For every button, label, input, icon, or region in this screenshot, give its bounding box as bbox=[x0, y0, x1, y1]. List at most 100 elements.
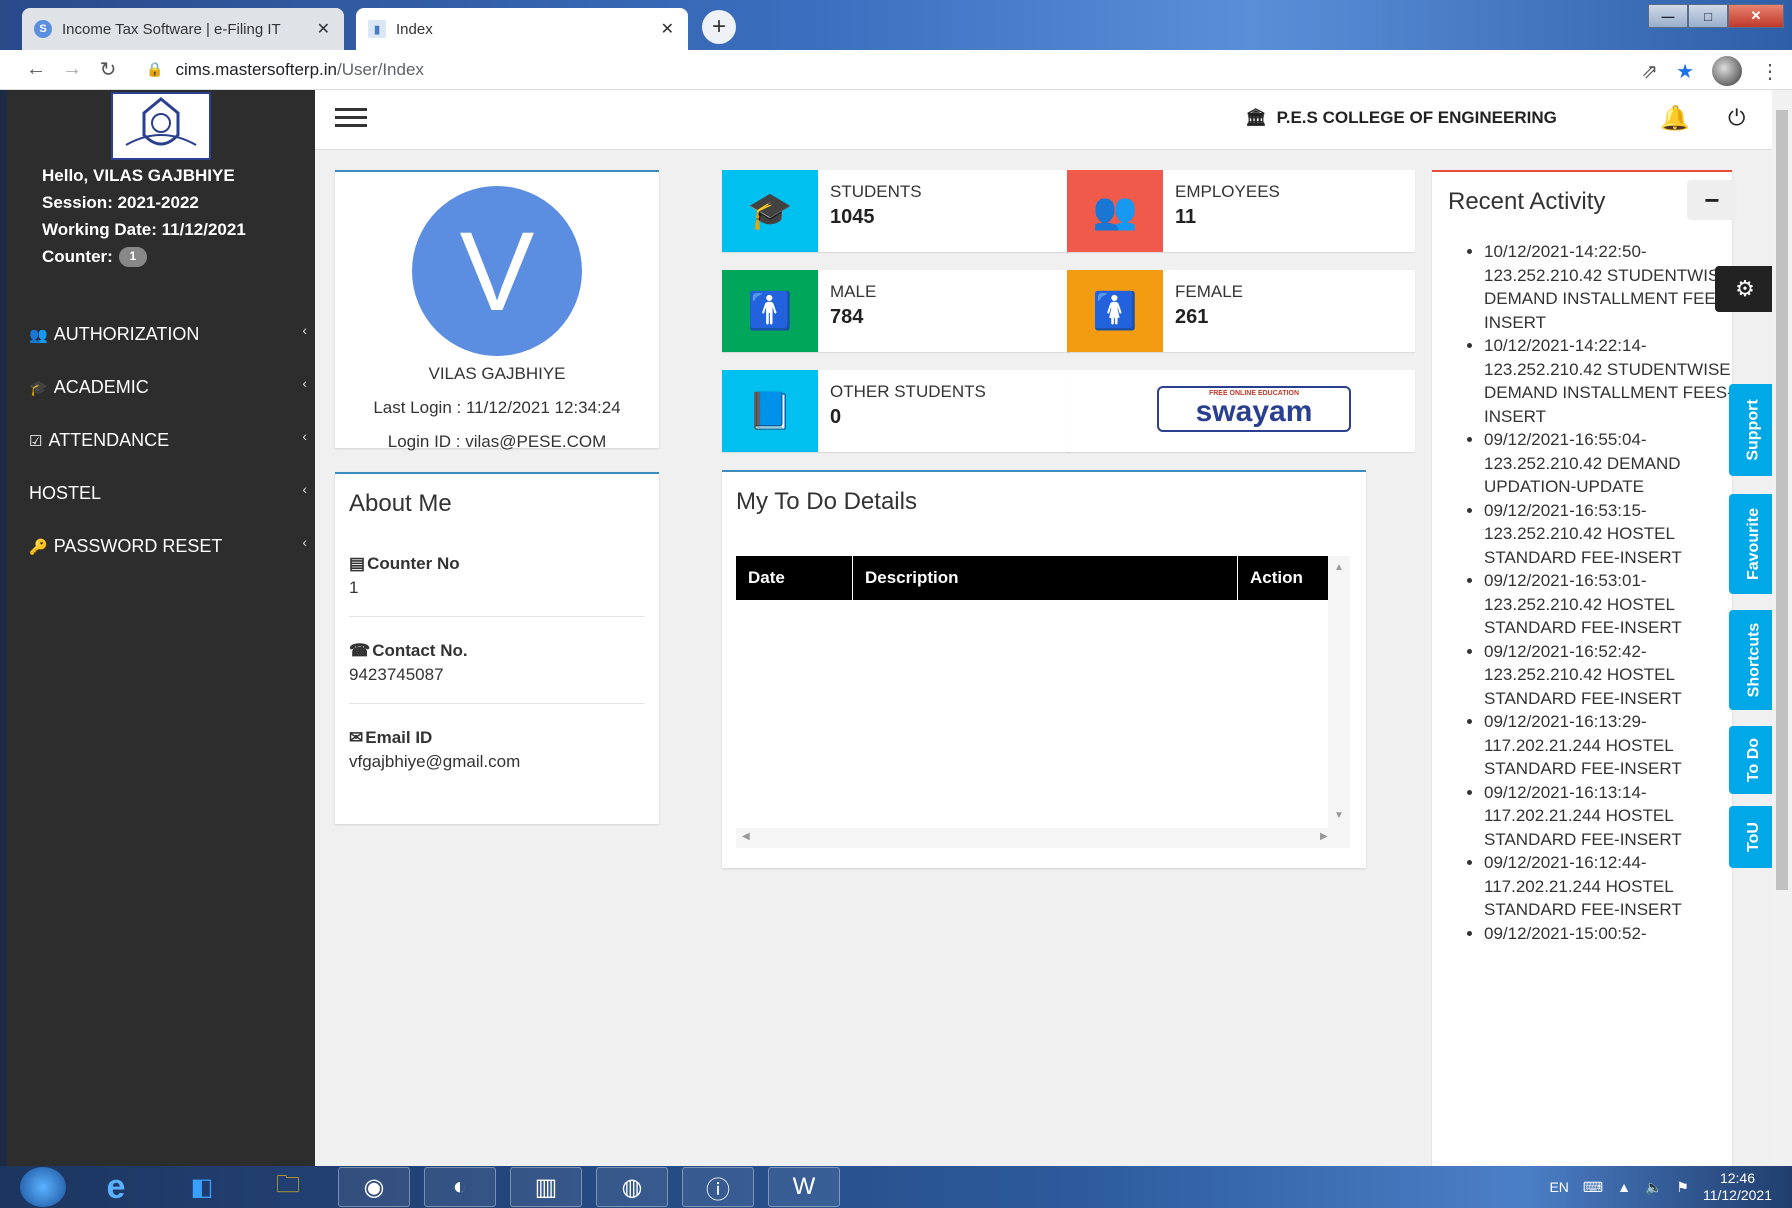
user-info: Hello, VILAS GAJBHIYE Session: 2021-2022… bbox=[42, 162, 246, 270]
reload-icon[interactable]: ↻ bbox=[90, 57, 126, 82]
show-hidden-icons[interactable]: ▲ bbox=[1617, 1179, 1631, 1195]
male-infobox[interactable]: 🚹 MALE 784 bbox=[722, 270, 1070, 352]
email-value: vfgajbhiye@gmail.com bbox=[349, 752, 521, 771]
chevron-left-icon: ‹ bbox=[302, 481, 307, 497]
key-icon: 🔑 bbox=[29, 538, 48, 556]
minimize-icon[interactable]: — bbox=[1648, 4, 1688, 28]
hamburger-menu-icon[interactable] bbox=[335, 108, 367, 132]
browser-tab-income-tax[interactable]: S Income Tax Software | e-Filing IT ✕ bbox=[22, 8, 344, 50]
tally-erp-icon[interactable]: ▥ bbox=[510, 1167, 582, 1207]
sidebar-item-password-reset[interactable]: 🔑 PASSWORD RESET ‹ bbox=[7, 520, 315, 573]
action-center-flag-icon[interactable]: ⚑ bbox=[1676, 1179, 1689, 1196]
favourite-label: Favourite bbox=[1745, 507, 1763, 581]
contact-block: ☎ Contact No. 9423745087 bbox=[349, 641, 645, 685]
female-count: 261 bbox=[1175, 306, 1209, 328]
settings-gear-icon[interactable]: ⚙ bbox=[1715, 266, 1775, 312]
female-infobox[interactable]: 🚺 FEMALE 261 bbox=[1067, 270, 1415, 352]
clock-time: 12:46 bbox=[1719, 1170, 1755, 1186]
sidebar-menu: 👥 AUTHORIZATION ‹ 🎓 ACADEMIC ‹ ☑ ATTENDA… bbox=[7, 308, 315, 573]
sidebar-item-hostel[interactable]: HOSTEL ‹ bbox=[7, 467, 315, 520]
vertical-scrollbar[interactable]: ▲ ▼ bbox=[1328, 556, 1350, 828]
swayam-banner[interactable]: FREE ONLINE EDUCATION swayam bbox=[1067, 370, 1415, 452]
share-icon[interactable]: ⇗ bbox=[1641, 59, 1658, 84]
app-icon[interactable]: ◍ bbox=[596, 1167, 668, 1207]
check-square-icon: ☑ bbox=[29, 432, 43, 450]
college-emblem-icon bbox=[125, 97, 197, 146]
avatar: V bbox=[412, 186, 582, 356]
file-explorer-icon[interactable]: 🗀 bbox=[252, 1167, 324, 1207]
internet-explorer-icon[interactable]: e bbox=[80, 1167, 152, 1207]
close-tab-icon[interactable]: ✕ bbox=[317, 19, 330, 39]
lock-icon[interactable]: 🔒 bbox=[146, 61, 163, 78]
windows-taskbar: e ◧ 🗀 ◉ ◐ ▥ ◍ ⓘ W EN ⌨ ▲ 🔈 ⚑ 12:46 11/12… bbox=[0, 1166, 1792, 1208]
todo-title: My To Do Details bbox=[736, 488, 917, 515]
shortcuts-label: Shortcuts bbox=[1745, 622, 1763, 698]
column-header-action[interactable]: Action bbox=[1238, 556, 1328, 600]
chevron-left-icon: ‹ bbox=[302, 534, 307, 550]
sidebar-item-authorization[interactable]: 👥 AUTHORIZATION ‹ bbox=[7, 308, 315, 361]
maximize-icon[interactable]: □ bbox=[1688, 4, 1728, 28]
divider bbox=[349, 616, 645, 617]
list-item: 09/12/2021-16:12:44-117.202.21.244 HOSTE… bbox=[1484, 851, 1744, 922]
employees-infobox[interactable]: 👥 EMPLOYEES 11 bbox=[1067, 170, 1415, 252]
swayam-logo: FREE ONLINE EDUCATION swayam bbox=[1157, 386, 1351, 432]
firefox-icon[interactable]: ◐ bbox=[424, 1167, 496, 1207]
users-icon: 👥 bbox=[1067, 170, 1163, 252]
outlook-icon[interactable]: ◧ bbox=[166, 1167, 238, 1207]
counter-badge: 1 bbox=[118, 246, 147, 267]
close-tab-icon[interactable]: ✕ bbox=[661, 19, 674, 39]
list-item: 09/12/2021-16:13:14-117.202.21.244 HOSTE… bbox=[1484, 781, 1744, 852]
clock[interactable]: 12:46 11/12/2021 bbox=[1703, 1170, 1772, 1204]
notification-bell-icon[interactable]: 🔔 bbox=[1660, 104, 1690, 133]
bookmark-star-icon[interactable]: ★ bbox=[1676, 59, 1694, 84]
horizontal-scrollbar[interactable]: ◀ ▶ bbox=[736, 828, 1350, 848]
male-icon: 🚹 bbox=[722, 270, 818, 352]
profile-avatar-icon[interactable] bbox=[1712, 56, 1742, 86]
tab-title: Income Tax Software | e-Filing IT bbox=[62, 20, 281, 38]
column-header-description[interactable]: Description bbox=[853, 556, 1238, 600]
students-label: STUDENTS bbox=[830, 182, 922, 201]
language-indicator[interactable]: EN bbox=[1549, 1179, 1568, 1195]
other-students-count: 0 bbox=[830, 406, 842, 428]
volume-icon[interactable]: 🔈 bbox=[1645, 1179, 1662, 1196]
recent-activity-card: Recent Activity − 10/12/2021-14:22:50-12… bbox=[1432, 170, 1737, 1166]
collapse-button[interactable]: − bbox=[1687, 180, 1737, 220]
window-close-icon[interactable]: ✕ bbox=[1728, 4, 1784, 28]
start-button[interactable] bbox=[20, 1167, 66, 1207]
power-logout-icon[interactable]: ⏻ bbox=[1728, 105, 1745, 131]
book-icon: 📘 bbox=[722, 370, 818, 452]
list-item: 09/12/2021-16:13:29-117.202.21.244 HOSTE… bbox=[1484, 710, 1744, 781]
browser-tab-strip: S Income Tax Software | e-Filing IT ✕ ▮ … bbox=[0, 0, 1792, 50]
login-id: Login ID : vilas@PESE.COM bbox=[387, 432, 607, 451]
info-app-icon[interactable]: ⓘ bbox=[682, 1167, 754, 1207]
word-icon[interactable]: W bbox=[768, 1167, 840, 1207]
email-label: Email ID bbox=[365, 728, 433, 747]
college-name: 🏛 P.E.S COLLEGE OF ENGINEERING bbox=[1245, 108, 1557, 128]
other-students-infobox[interactable]: 📘 OTHER STUDENTS 0 bbox=[722, 370, 1070, 452]
envelope-icon: ✉ bbox=[349, 728, 364, 747]
browser-menu-icon[interactable]: ⋮ bbox=[1760, 59, 1780, 84]
scrollbar-thumb[interactable] bbox=[1776, 110, 1788, 890]
students-infobox[interactable]: 🎓 STUDENTS 1045 bbox=[722, 170, 1070, 252]
counter-block: ▤ Counter No 1 bbox=[349, 554, 645, 598]
sidebar-item-attendance[interactable]: ☑ ATTENDANCE ‹ bbox=[7, 414, 315, 467]
chrome-icon[interactable]: ◉ bbox=[338, 1167, 410, 1207]
students-count: 1045 bbox=[830, 206, 875, 228]
s-favicon-icon: S bbox=[34, 20, 52, 38]
male-label: MALE bbox=[830, 282, 877, 301]
list-item: 10/12/2021-14:22:14-123.252.210.42 STUDE… bbox=[1484, 334, 1744, 428]
forward-icon[interactable]: → bbox=[54, 58, 90, 81]
sidebar-item-academic[interactable]: 🎓 ACADEMIC ‹ bbox=[7, 361, 315, 414]
browser-tab-index[interactable]: ▮ Index ✕ bbox=[356, 8, 688, 50]
page-scrollbar[interactable] bbox=[1772, 90, 1792, 1166]
phone-icon: ☎ bbox=[349, 641, 371, 660]
url-field[interactable]: cims.mastersofterp.in/User/Index bbox=[175, 60, 423, 80]
keyboard-icon[interactable]: ⌨ bbox=[1583, 1179, 1603, 1196]
column-header-date[interactable]: Date bbox=[736, 556, 853, 600]
email-block: ✉ Email ID vfgajbhiye@gmail.com bbox=[349, 728, 645, 772]
counter-label: Counter: bbox=[42, 247, 113, 266]
new-tab-button[interactable]: + bbox=[702, 10, 736, 44]
back-icon[interactable]: ← bbox=[18, 58, 54, 81]
institution-icon: 🏛 bbox=[1245, 108, 1267, 127]
user-plus-icon: 👥 bbox=[29, 326, 48, 344]
